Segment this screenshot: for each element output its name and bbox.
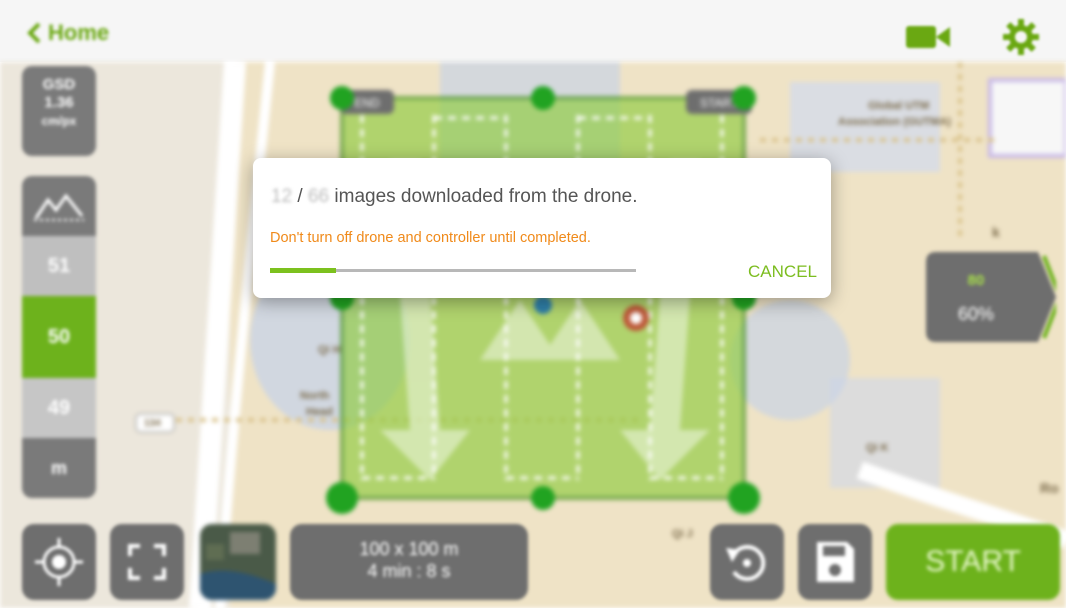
count-separator: / <box>292 186 308 207</box>
overlap-label: 80 <box>967 272 985 289</box>
video-camera-icon[interactable] <box>906 24 950 50</box>
download-warning: Don't turn off drone and controller unti… <box>270 230 591 246</box>
fullscreen-button[interactable] <box>110 524 184 600</box>
flight-info-box: 100 x 100 m 4 min : 8 s <box>290 524 528 600</box>
map-label-gutma-2: Association (GUTMA) <box>838 116 952 128</box>
terrain-toggle[interactable] <box>22 176 96 236</box>
cancel-button[interactable]: CANCEL <box>748 262 817 282</box>
locate-button[interactable] <box>22 524 96 600</box>
map-label-k: k <box>992 224 1000 240</box>
map-label-north: North <box>300 390 330 402</box>
fullscreen-icon <box>128 544 166 580</box>
rotate-icon <box>726 545 766 581</box>
top-bar: Home <box>0 0 1066 62</box>
gsd-label: GSD <box>42 76 76 93</box>
download-status-text: 12 / 66 images downloaded from the drone… <box>271 186 638 208</box>
altitude-option-selected[interactable]: 50 <box>22 296 96 378</box>
flight-duration: 4 min : 8 s <box>367 561 451 581</box>
satellite-thumbnail <box>200 524 276 600</box>
overlap-panel-shape <box>926 252 1056 342</box>
save-button[interactable] <box>798 524 872 600</box>
altitude-option-below[interactable]: 49 <box>22 378 96 438</box>
map-label-qi-h: Qi H <box>318 344 341 356</box>
start-button[interactable]: START <box>886 524 1060 600</box>
altitude-unit: m <box>22 438 96 498</box>
map-type-button[interactable] <box>200 524 276 600</box>
gear-icon[interactable] <box>1002 18 1040 56</box>
flight-area: 100 x 100 m <box>359 539 459 559</box>
download-progress-bar <box>270 268 636 273</box>
gsd-indicator: GSD 1.36 cm/px <box>22 66 96 156</box>
locate-icon <box>35 538 83 586</box>
altitude-picker[interactable]: 51 50 49 m <box>22 176 96 498</box>
altitude-option-above[interactable]: 51 <box>22 236 96 296</box>
rotate-button[interactable] <box>710 524 784 600</box>
overlap-value: 60% <box>957 304 995 324</box>
download-message: images downloaded from the drone. <box>329 186 638 207</box>
grid-end-label: END <box>354 96 380 110</box>
map-label-qi-j: Qi J <box>672 528 693 540</box>
map-label-road: Ro <box>1040 480 1059 496</box>
road-shield-134: 134 <box>144 418 161 429</box>
gsd-unit: cm/px <box>41 114 77 128</box>
download-progress-fill <box>270 268 336 273</box>
home-back-label: Home <box>48 20 110 45</box>
total-count: 66 <box>307 186 330 207</box>
gsd-value: 1.36 <box>44 94 74 111</box>
terrain-icon <box>34 193 84 221</box>
download-progress-dialog: 12 / 66 images downloaded from the drone… <box>253 158 831 298</box>
downloaded-count: 12 <box>271 186 293 207</box>
map-label-qi-k: Qi K <box>866 442 889 454</box>
map-label-head: Head <box>306 406 333 418</box>
home-back-button[interactable]: Home <box>26 20 109 46</box>
map-label-gutma-1: Global UTM <box>868 100 930 112</box>
overlap-panel[interactable]: 80 60% <box>926 252 1056 342</box>
chevron-left-icon <box>27 22 41 44</box>
save-icon <box>817 542 854 582</box>
